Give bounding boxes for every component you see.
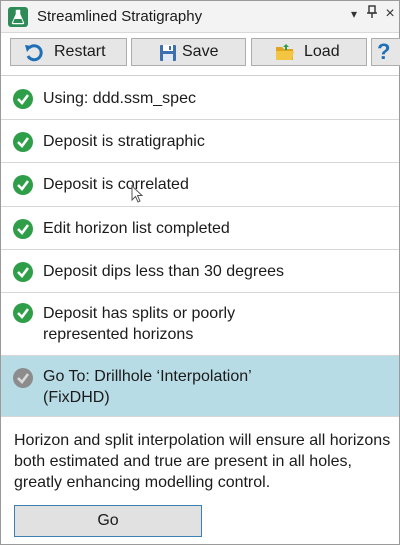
check-circle-icon bbox=[13, 175, 33, 195]
step-label-line1: Deposit has splits or poorly bbox=[43, 305, 236, 322]
check-circle-pending-icon bbox=[13, 368, 33, 388]
load-label: Load bbox=[304, 43, 340, 60]
step-label-line1: Go To: Drillhole ‘Interpolation’ bbox=[43, 368, 252, 385]
pin-icon[interactable] bbox=[363, 5, 381, 23]
check-circle-icon bbox=[13, 89, 33, 109]
streamlined-stratigraphy-panel: Streamlined Stratigraphy ▾ × Restart Sav… bbox=[0, 0, 400, 545]
flask-icon bbox=[8, 7, 28, 27]
step-label: Using: ddd.ssm_spec bbox=[43, 90, 196, 107]
dropdown-icon[interactable]: ▾ bbox=[345, 5, 363, 23]
save-label: Save bbox=[182, 43, 219, 60]
restart-button[interactable]: Restart bbox=[10, 38, 127, 66]
go-button[interactable]: Go bbox=[14, 505, 202, 537]
check-circle-icon bbox=[13, 219, 33, 239]
step-label: Deposit dips less than 30 degrees bbox=[43, 263, 285, 280]
restart-label: Restart bbox=[54, 43, 106, 60]
restart-icon bbox=[25, 44, 43, 62]
step-label: Deposit is correlated bbox=[43, 176, 189, 193]
check-circle-icon bbox=[13, 303, 33, 323]
window-title: Streamlined Stratigraphy bbox=[37, 8, 203, 25]
workflow-steps-list: Using: ddd.ssm_spec Deposit is stratigra… bbox=[1, 75, 399, 417]
step-using-spec[interactable]: Using: ddd.ssm_spec bbox=[1, 76, 399, 120]
toolbar: Restart Save Load ? bbox=[1, 33, 400, 73]
step-edit-horizon-list[interactable]: Edit horizon list completed bbox=[1, 207, 399, 250]
step-deposit-correlated[interactable]: Deposit is correlated bbox=[1, 163, 399, 207]
step-deposit-dips[interactable]: Deposit dips less than 30 degrees bbox=[1, 250, 399, 293]
save-button[interactable]: Save bbox=[131, 38, 246, 66]
folder-icon bbox=[276, 44, 294, 60]
help-icon: ? bbox=[377, 39, 391, 64]
title-bar: Streamlined Stratigraphy ▾ × bbox=[1, 1, 399, 33]
step-goto-drillhole-interpolation[interactable]: Go To: Drillhole ‘Interpolation’ (FixDHD… bbox=[1, 356, 399, 417]
step-deposit-splits[interactable]: Deposit has splits or poorly represented… bbox=[1, 293, 399, 356]
check-circle-icon bbox=[13, 132, 33, 152]
save-icon bbox=[160, 45, 176, 61]
step-label: Deposit is stratigraphic bbox=[43, 133, 205, 150]
step-label-line2: represented horizons bbox=[43, 326, 194, 343]
help-button[interactable]: ? bbox=[371, 38, 400, 66]
step-description: Horizon and split interpolation will ens… bbox=[14, 432, 391, 491]
step-label: Edit horizon list completed bbox=[43, 220, 230, 237]
load-button[interactable]: Load bbox=[251, 38, 367, 66]
mouse-cursor-icon bbox=[131, 185, 144, 203]
close-icon[interactable]: × bbox=[381, 5, 399, 23]
check-circle-icon bbox=[13, 262, 33, 282]
step-label-line2: (FixDHD) bbox=[43, 389, 110, 406]
step-deposit-stratigraphic[interactable]: Deposit is stratigraphic bbox=[1, 120, 399, 163]
